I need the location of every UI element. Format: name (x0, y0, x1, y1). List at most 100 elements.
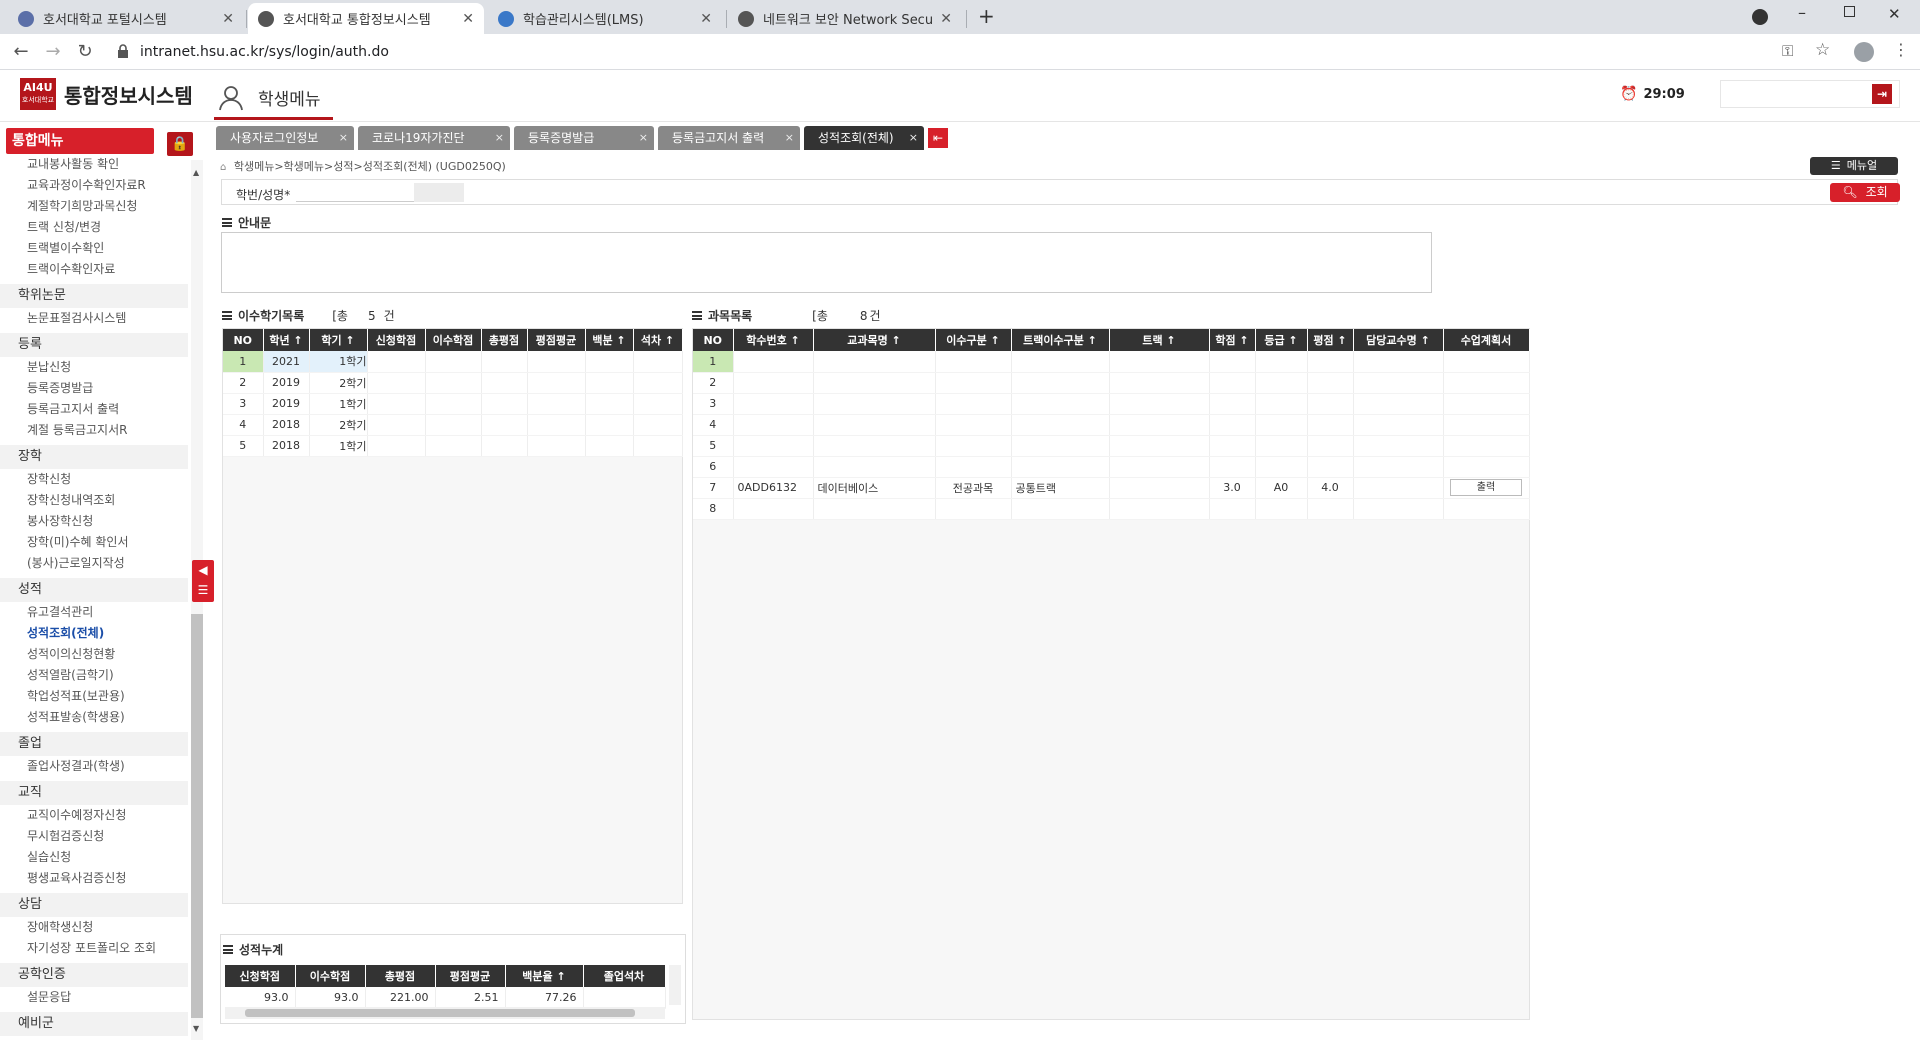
minimize-icon[interactable]: – (1798, 3, 1806, 22)
sidebar-category[interactable]: 공학인증 (0, 963, 188, 987)
sidebar-item[interactable]: 평생교육사검증신청 (0, 868, 188, 889)
summary-vertical-scrollbar[interactable] (669, 965, 681, 1005)
column-header[interactable]: 학년 ↑ (263, 329, 310, 351)
close-icon[interactable]: × (639, 126, 648, 150)
column-header[interactable]: 등급 ↑ (1255, 329, 1308, 351)
sort-arrow-icon[interactable]: ↑ (888, 334, 901, 347)
home-icon[interactable]: ⌂ (220, 162, 226, 173)
summary-scroll-thumb[interactable] (245, 1009, 635, 1017)
back-arrow-icon[interactable]: ← (10, 41, 32, 63)
close-icon[interactable]: ✕ (940, 11, 952, 27)
sidebar-item[interactable]: 장애학생신청 (0, 917, 188, 938)
sort-arrow-icon[interactable]: ↑ (1285, 334, 1297, 347)
close-icon[interactable]: × (495, 126, 504, 150)
close-icon[interactable]: × (909, 126, 918, 150)
sidebar-category[interactable]: 예비군 (0, 1012, 188, 1036)
new-tab-plus-icon[interactable]: + (978, 4, 995, 28)
sort-arrow-icon[interactable]: ↑ (1334, 334, 1346, 347)
sort-arrow-icon[interactable]: ↑ (290, 334, 302, 347)
sidebar-item[interactable]: 성적조회(전체) (0, 623, 188, 644)
sidebar-category[interactable]: 등록 (0, 333, 188, 357)
sidebar-item[interactable]: 교직이수예정자신청 (0, 805, 188, 826)
scroll-up-icon[interactable]: ▲ (193, 168, 199, 177)
column-header[interactable]: 평점평균 (527, 329, 586, 351)
sidebar-item[interactable]: 학업성적표(보관용) (0, 686, 188, 707)
column-header[interactable]: 트랙 ↑ (1109, 329, 1210, 351)
reload-icon[interactable]: ↻ (74, 41, 96, 63)
sort-arrow-icon[interactable]: ↑ (553, 970, 565, 983)
sort-arrow-icon[interactable]: ↑ (1084, 334, 1097, 347)
sidebar-item[interactable]: 자기성장 포트폴리오 조회 (0, 938, 188, 959)
sidebar-item[interactable]: 교내봉사활동 확인 (0, 154, 188, 175)
sidebar-item[interactable]: 계절학기희망과목신청 (0, 196, 188, 217)
sidebar-category[interactable]: 장학 (0, 445, 188, 469)
column-header[interactable]: 학기 ↑ (309, 329, 368, 351)
sidebar-item[interactable]: 장학(미)수혜 확인서 (0, 532, 188, 553)
sidebar-item[interactable]: 계절 등록금고지서R (0, 420, 188, 441)
student-id-input[interactable] (296, 184, 416, 202)
column-header[interactable]: 평점평균 (435, 965, 506, 987)
sort-arrow-icon[interactable]: ↑ (661, 334, 674, 347)
sort-arrow-icon[interactable]: ↑ (1236, 334, 1248, 347)
sidebar-item[interactable]: 성적표발송(학생용) (0, 707, 188, 728)
sidebar-category[interactable]: 성적 (0, 578, 188, 602)
sidebar-item[interactable]: 장학신청내역조회 (0, 490, 188, 511)
column-header[interactable]: 백분 ↑ (585, 329, 634, 351)
column-header[interactable]: 이수구분 ↑ (935, 329, 1012, 351)
content-tab[interactable]: 등록증명발급 × (514, 126, 654, 150)
url-text[interactable]: intranet.hsu.ac.kr/sys/login/auth.do (140, 44, 389, 60)
sort-arrow-icon[interactable]: ↑ (987, 334, 1000, 347)
column-header[interactable]: 학수번호 ↑ (733, 329, 814, 351)
sort-arrow-icon[interactable]: ↑ (787, 334, 800, 347)
close-icon[interactable]: ✕ (462, 11, 474, 27)
browser-tab-integrated-system[interactable]: 호서대학교 통합정보시스템 ✕ (248, 3, 484, 34)
table-row[interactable]: 3 2019 1학기 (223, 393, 683, 415)
column-header[interactable]: NO (223, 329, 264, 351)
column-header[interactable]: NO (693, 329, 734, 351)
scroll-down-icon[interactable]: ▼ (193, 1024, 199, 1033)
sidebar-item[interactable]: 실습신청 (0, 847, 188, 868)
sidebar-item[interactable]: 교육과정이수확인자료R (0, 175, 188, 196)
sidebar-item[interactable]: 봉사장학신청 (0, 511, 188, 532)
table-row[interactable]: 7 0ADD6132 데이터베이스 전공과목 공통트랙 3.0 A0 4.0 출력 (693, 477, 1530, 499)
sidebar-category[interactable]: 상담 (0, 893, 188, 917)
table-row[interactable]: 1 2021 1학기 (223, 351, 683, 373)
browser-tab-portal[interactable]: 호서대학교 포털시스템 ✕ (8, 3, 244, 34)
manual-button[interactable]: ☰ 메뉴얼 (1810, 157, 1898, 175)
more-vertical-icon[interactable]: ⋮ (1893, 40, 1909, 59)
column-header[interactable]: 이수학점 (295, 965, 366, 987)
sidebar-item[interactable]: 성적이의신청현황 (0, 644, 188, 665)
table-row[interactable]: 8 (693, 498, 1530, 520)
table-row[interactable]: 1 (693, 351, 1530, 373)
column-header[interactable]: 평점 ↑ (1307, 329, 1354, 351)
sidebar-item[interactable]: 졸업사정결과(학생) (0, 756, 188, 777)
student-menu-tab[interactable]: 학생메뉴 (214, 78, 333, 120)
sidebar-collapse-toggle[interactable]: ◀ ☰ (192, 560, 214, 602)
star-icon[interactable]: ☆ (1815, 40, 1830, 60)
logout-icon[interactable]: ⇥ (1872, 84, 1892, 104)
column-header[interactable]: 수업계획서 (1443, 329, 1530, 351)
key-icon[interactable]: ⚿ (1782, 42, 1793, 60)
university-logo[interactable]: AI4U 호서대학교 (20, 78, 56, 110)
column-header[interactable]: 총평점 (481, 329, 528, 351)
sidebar-item[interactable]: (봉사)근로일지작성 (0, 553, 188, 574)
content-tab[interactable]: 등록금고지서 출력 × (658, 126, 800, 150)
close-all-tabs-icon[interactable]: ⇤ (928, 128, 948, 148)
column-header[interactable]: 졸업석차 (583, 965, 666, 987)
column-header[interactable]: 백분율 ↑ (505, 965, 584, 987)
sidebar-item[interactable]: 트랙 신청/변경 (0, 217, 188, 238)
print-syllabus-button[interactable]: 출력 (1450, 479, 1522, 496)
close-icon[interactable]: ✕ (222, 11, 234, 27)
table-row[interactable]: 3 (693, 393, 1530, 415)
column-header[interactable]: 트랙이수구분 ↑ (1011, 329, 1110, 351)
column-header[interactable]: 교과목명 ↑ (813, 329, 936, 351)
sidebar-category[interactable]: 졸업 (0, 732, 188, 756)
sort-arrow-icon[interactable]: ↑ (1417, 334, 1430, 347)
lock-icon[interactable]: 🔒 (167, 132, 193, 156)
forward-arrow-icon[interactable]: → (42, 41, 64, 63)
sidebar-item[interactable]: 유고결석관리 (0, 602, 188, 623)
sidebar-item[interactable]: 설문응답 (0, 987, 188, 1008)
sidebar-item[interactable]: 논문표절검사시스템 (0, 308, 188, 329)
content-tab[interactable]: 성적조회(전체) × (804, 126, 924, 150)
table-row[interactable]: 4 (693, 414, 1530, 436)
